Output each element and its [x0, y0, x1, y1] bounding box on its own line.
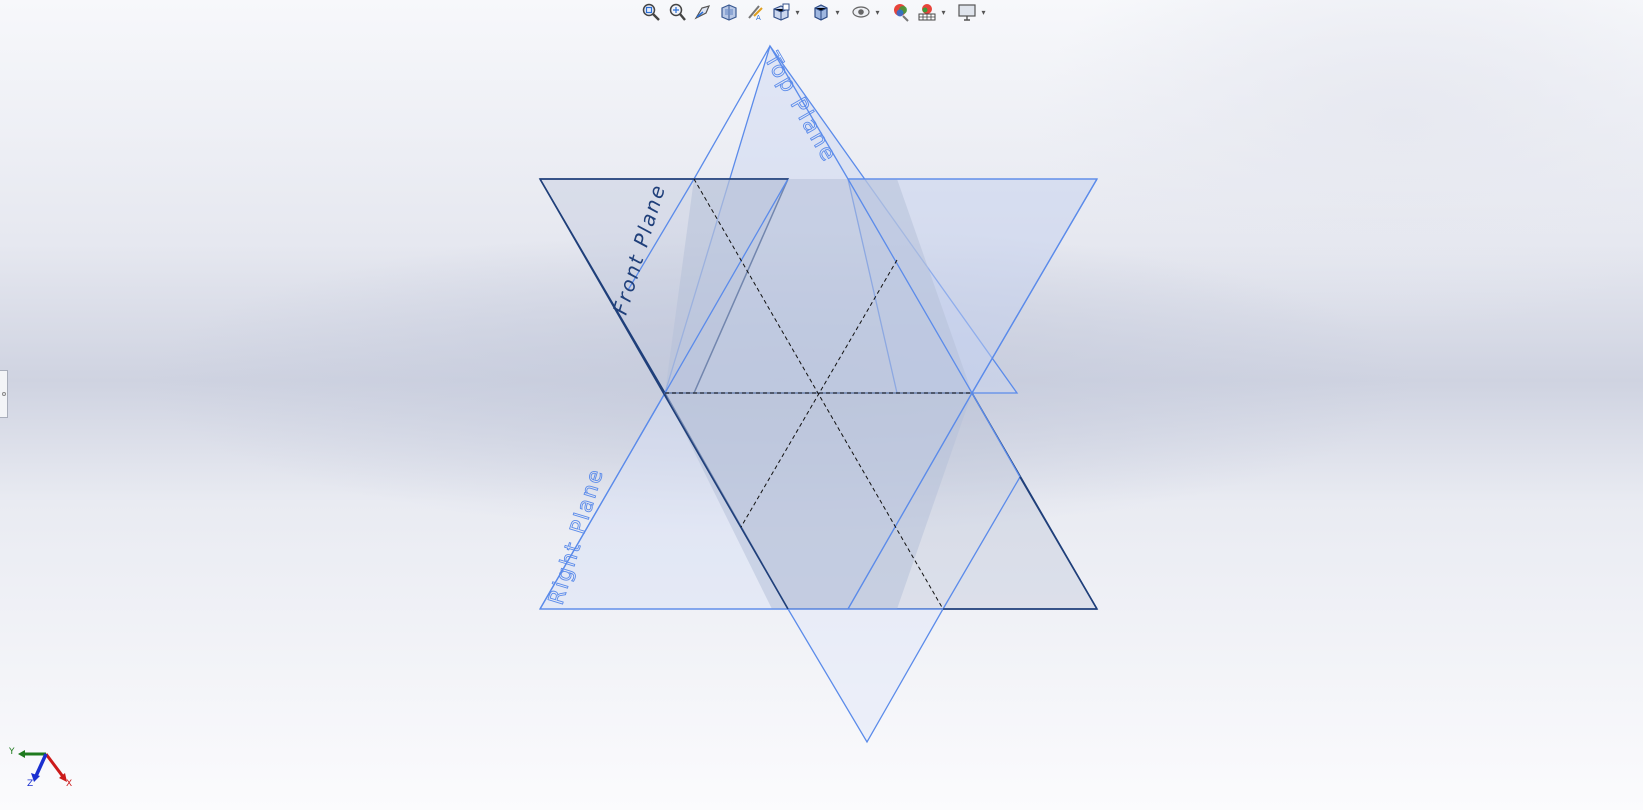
- handle-dot-icon: [1, 392, 6, 396]
- reference-triad: Y X Z: [8, 747, 72, 787]
- graphics-area[interactable]: Top Plane Front Plane Right Plane: [0, 0, 1643, 810]
- feature-manager-flyout-handle[interactable]: [0, 370, 8, 418]
- right-plane-bottom-triangle[interactable]: [786, 608, 945, 744]
- triad-z-label: Z: [27, 779, 33, 787]
- triad-x-label: X: [66, 779, 72, 787]
- triad-y-label: Y: [8, 747, 15, 757]
